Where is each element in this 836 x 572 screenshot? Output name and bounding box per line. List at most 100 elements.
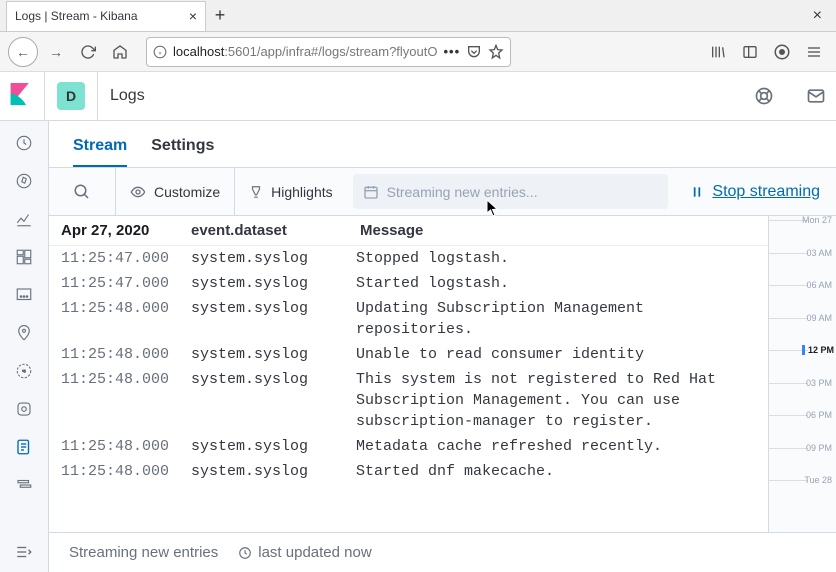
- cell-timestamp: 11:25:48.000: [61, 436, 191, 457]
- kibana-logo-icon[interactable]: [10, 83, 32, 109]
- library-icon[interactable]: [704, 38, 732, 66]
- minimap-tick: 03 PM: [806, 378, 832, 388]
- log-row[interactable]: 11:25:48.000system.syslogUpdating Subscr…: [49, 296, 768, 342]
- eye-icon: [130, 184, 146, 200]
- minimap-tick: 12 PM: [802, 345, 834, 355]
- log-table-header: Apr 27, 2020 event.dataset Message: [49, 216, 768, 246]
- col-message: Message: [356, 222, 756, 239]
- help-icon[interactable]: [744, 76, 784, 116]
- timeline-minimap[interactable]: Mon 2703 AM06 AM09 AM12 PM03 PM06 PM09 P…: [768, 216, 836, 532]
- cell-message: Metadata cache refreshed recently.: [356, 436, 756, 457]
- minimap-tick: 06 AM: [806, 280, 832, 290]
- log-row[interactable]: 11:25:48.000system.syslogUnable to read …: [49, 342, 768, 367]
- pause-icon: [690, 185, 704, 199]
- highlighter-icon: [249, 184, 263, 200]
- highlights-button[interactable]: Highlights: [235, 168, 346, 215]
- address-bar[interactable]: localhost:5601/app/infra#/logs/stream?fl…: [146, 37, 511, 67]
- stream-status-box: Streaming new entries...: [353, 174, 669, 209]
- page-actions-icon[interactable]: •••: [444, 44, 461, 59]
- info-icon: [153, 45, 167, 59]
- log-toolbar: Customize Highlights Streaming new entri…: [49, 168, 836, 216]
- log-table: Apr 27, 2020 event.dataset Message 11:25…: [49, 216, 768, 532]
- calendar-icon: [363, 184, 379, 200]
- col-dataset: event.dataset: [191, 222, 356, 239]
- space-selector[interactable]: D: [57, 82, 85, 110]
- search-icon: [73, 183, 91, 201]
- reload-button[interactable]: [74, 38, 102, 66]
- window-close-icon[interactable]: ×: [799, 7, 836, 25]
- cell-message: This system is not registered to Red Hat…: [356, 369, 756, 432]
- browser-tab[interactable]: Logs | Stream - Kibana ×: [6, 1, 206, 31]
- clock-icon: [238, 546, 252, 560]
- stop-streaming-button[interactable]: Stop streaming: [674, 168, 836, 215]
- profile-icon[interactable]: [768, 38, 796, 66]
- col-date: Apr 27, 2020: [61, 222, 191, 239]
- customize-label: Customize: [154, 184, 220, 200]
- footer-status: Streaming new entries: [69, 544, 218, 561]
- tab-title: Logs | Stream - Kibana: [15, 9, 138, 23]
- minimap-tick: Tue 28: [804, 475, 832, 485]
- log-footer: Streaming new entries last updated now: [49, 532, 836, 572]
- log-row[interactable]: 11:25:47.000system.syslogStarted logstas…: [49, 271, 768, 296]
- log-row[interactable]: 11:25:47.000system.syslogStopped logstas…: [49, 246, 768, 271]
- new-tab-button[interactable]: +: [206, 2, 234, 30]
- cell-dataset: system.syslog: [191, 273, 356, 294]
- search-button[interactable]: [49, 168, 116, 215]
- bookmark-star-icon[interactable]: [488, 44, 504, 60]
- tab-close-icon[interactable]: ×: [189, 8, 197, 24]
- cell-timestamp: 11:25:47.000: [61, 248, 191, 269]
- back-button[interactable]: ←: [8, 37, 38, 67]
- side-nav: [0, 121, 49, 572]
- cell-timestamp: 11:25:48.000: [61, 344, 191, 365]
- cell-dataset: system.syslog: [191, 298, 356, 340]
- nav-maps-icon[interactable]: [12, 321, 36, 345]
- log-row[interactable]: 11:25:48.000system.syslogMetadata cache …: [49, 434, 768, 459]
- cell-timestamp: 11:25:47.000: [61, 273, 191, 294]
- tab-stream[interactable]: Stream: [73, 137, 127, 167]
- customize-button[interactable]: Customize: [116, 168, 235, 215]
- minimap-tick: 09 PM: [806, 443, 832, 453]
- nav-metrics-icon[interactable]: [12, 397, 36, 421]
- log-row[interactable]: 11:25:48.000system.syslogThis system is …: [49, 367, 768, 434]
- log-row[interactable]: 11:25:48.000system.syslogStarted dnf mak…: [49, 459, 768, 484]
- kibana-header: D Logs: [0, 72, 836, 121]
- feedback-icon[interactable]: [796, 76, 836, 116]
- cell-message: Started logstash.: [356, 273, 756, 294]
- nav-expand-icon[interactable]: [12, 540, 36, 564]
- minimap-tick: 06 PM: [806, 410, 832, 420]
- cell-message: Stopped logstash.: [356, 248, 756, 269]
- cell-message: Unable to read consumer identity: [356, 344, 756, 365]
- cell-dataset: system.syslog: [191, 461, 356, 482]
- cell-timestamp: 11:25:48.000: [61, 369, 191, 432]
- cell-dataset: system.syslog: [191, 436, 356, 457]
- home-button[interactable]: [106, 38, 134, 66]
- stop-streaming-label: Stop streaming: [712, 183, 820, 201]
- minimap-tick: 03 AM: [806, 248, 832, 258]
- breadcrumb: Logs: [110, 87, 145, 105]
- pocket-icon[interactable]: [466, 44, 482, 60]
- menu-icon[interactable]: [800, 38, 828, 66]
- stream-status-text: Streaming new entries...: [387, 184, 538, 200]
- nav-ml-icon[interactable]: [12, 359, 36, 383]
- cell-dataset: system.syslog: [191, 248, 356, 269]
- cell-timestamp: 11:25:48.000: [61, 461, 191, 482]
- nav-dashboard-icon[interactable]: [12, 245, 36, 269]
- cell-dataset: system.syslog: [191, 344, 356, 365]
- forward-button[interactable]: →: [42, 38, 70, 66]
- cell-timestamp: 11:25:48.000: [61, 298, 191, 340]
- nav-discover-icon[interactable]: [12, 169, 36, 193]
- url-text: localhost:5601/app/infra#/logs/stream?fl…: [173, 44, 438, 59]
- minimap-tick: 09 AM: [806, 313, 832, 323]
- nav-recent-icon[interactable]: [12, 131, 36, 155]
- sidebar-icon[interactable]: [736, 38, 764, 66]
- tab-settings[interactable]: Settings: [151, 137, 214, 167]
- nav-logs-icon[interactable]: [12, 435, 36, 459]
- highlights-label: Highlights: [271, 184, 332, 200]
- nav-apm-icon[interactable]: [12, 473, 36, 497]
- browser-tab-strip: Logs | Stream - Kibana × + ×: [0, 0, 836, 32]
- content-tabs: Stream Settings: [49, 121, 836, 168]
- footer-updated: last updated now: [238, 544, 371, 561]
- cell-message: Started dnf makecache.: [356, 461, 756, 482]
- nav-visualize-icon[interactable]: [12, 207, 36, 231]
- nav-canvas-icon[interactable]: [12, 283, 36, 307]
